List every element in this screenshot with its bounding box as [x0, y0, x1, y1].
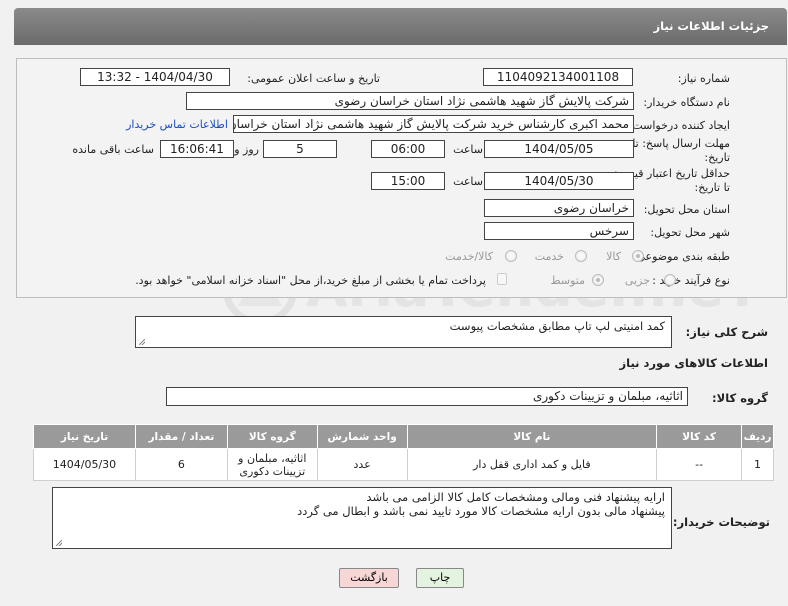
goods-group-label: گروه کالا:	[712, 391, 768, 405]
remaining-days: 5	[263, 140, 337, 158]
need-number-label: شماره نیاز:	[677, 72, 730, 85]
cell-row: 1	[741, 448, 774, 481]
col-header-unit: واحد شمارش	[316, 424, 408, 449]
category-option-service: خدمت	[534, 250, 564, 263]
announce-datetime-field: 1404/04/30 - 13:32	[80, 68, 230, 86]
cell-group-line1: اثاثیه، مبلمان و	[238, 451, 307, 465]
purchase-type-radio-medium[interactable]	[592, 274, 604, 286]
days-label: روز و	[234, 143, 259, 156]
category-radio-service[interactable]	[575, 250, 587, 262]
col-header-code: کد کالا	[656, 424, 743, 449]
price-validity-time: 15:00	[371, 172, 445, 190]
description-textarea[interactable]: کمد امنیتی لپ تاپ مطابق مشخصات پیوست	[135, 316, 672, 348]
page-header: جزئیات اطلاعات نیاز	[14, 8, 787, 45]
purchase-type-option-medium: متوسط	[550, 274, 585, 287]
col-header-qty: تعداد / مقدار	[134, 424, 228, 449]
cell-group-line2: تزیینات دکوری	[239, 464, 306, 478]
category-radio-goods-service[interactable]	[505, 250, 517, 262]
price-validity-time-label: ساعت	[453, 175, 483, 188]
delivery-province-field: خراسان رضوی	[484, 199, 634, 217]
items-table-header: ردیف کد کالا نام کالا واحد شمارش گروه کا…	[33, 424, 774, 449]
buyer-notes-label: توضیحات خریدار:	[672, 515, 770, 529]
delivery-city-label: شهر محل تحویل:	[650, 226, 730, 239]
col-header-row: ردیف	[741, 424, 774, 449]
goods-group-field: اثاثیه، مبلمان و تزیینات دکوری	[166, 387, 688, 406]
price-validity-date: 1404/05/30	[484, 172, 634, 190]
delivery-province-label: استان محل تحویل:	[643, 203, 730, 216]
resize-grip-icon[interactable]	[139, 339, 145, 345]
price-validity-label-line2: تا تاریخ:	[694, 181, 730, 194]
items-table: ردیف کد کالا نام کالا واحد شمارش گروه کا…	[33, 424, 774, 481]
announce-datetime-label: تاریخ و ساعت اعلان عمومی:	[247, 72, 380, 85]
print-button[interactable]: چاپ	[416, 568, 464, 588]
buyer-notes-line1: ارایه پیشنهاد فنی ومالی ومشخصات کامل کال…	[366, 490, 665, 504]
cell-qty: 6	[134, 448, 228, 481]
category-option-goods: کالا	[606, 250, 621, 263]
reply-deadline-time: 06:00	[371, 140, 445, 158]
purchase-type-radio-minor[interactable]	[664, 274, 676, 286]
cell-unit: عدد	[316, 448, 408, 481]
buyer-notes-line2: پیشنهاد مالی بدون ارایه مشخصات کالا مورد…	[297, 504, 665, 518]
purchase-type-option-minor: جزیی	[624, 274, 650, 287]
need-number-field: 1104092134001108	[483, 68, 633, 86]
remaining-time-label: ساعت باقی مانده	[72, 143, 154, 156]
delivery-city-field: سرخس	[484, 222, 634, 240]
buyer-notes-textarea[interactable]: ارایه پیشنهاد فنی ومالی ومشخصات کامل کال…	[52, 487, 672, 549]
treasury-payment-checkbox[interactable]	[497, 273, 507, 285]
remaining-time: 16:06:41	[160, 140, 234, 158]
buyer-org-label: نام دستگاه خریدار:	[643, 96, 730, 109]
col-header-date: تاریخ نیاز	[33, 424, 136, 449]
cell-code: --	[656, 448, 743, 481]
resize-grip-icon[interactable]	[56, 540, 62, 546]
category-radio-goods[interactable]	[632, 250, 644, 262]
cell-name: فایل و کمد اداری قفل دار	[406, 448, 658, 481]
treasury-payment-note: پرداخت تمام یا بخشی از مبلغ خرید،از محل …	[135, 274, 486, 287]
description-text: کمد امنیتی لپ تاپ مطابق مشخصات پیوست	[449, 319, 665, 333]
buyer-org-field: شرکت پالایش گاز شهید هاشمی نژاد استان خر…	[186, 92, 634, 110]
buyer-contact-link[interactable]: اطلاعات تماس خریدار	[126, 118, 228, 131]
cell-group: اثاثیه، مبلمان و تزیینات دکوری	[226, 448, 318, 481]
reply-deadline-label-line2: تاریخ:	[704, 151, 730, 164]
description-label: شرح کلی نیاز:	[685, 325, 768, 339]
reply-deadline-label: مهلت ارسال پاسخ: تا تاریخ:	[632, 137, 730, 165]
requester-field: محمد اکبری کارشناس خرید شرکت پالایش گاز …	[233, 115, 634, 133]
requester-label: ایجاد کننده درخواست:	[628, 119, 730, 132]
col-header-name: نام کالا	[406, 424, 658, 449]
reply-deadline-time-label: ساعت	[453, 143, 483, 156]
goods-info-title: اطلاعات کالاهای مورد نیاز	[619, 356, 768, 370]
back-button[interactable]: بازگشت	[339, 568, 399, 588]
table-row: 1 -- فایل و کمد اداری قفل دار عدد اثاثیه…	[33, 448, 774, 481]
cell-date: 1404/05/30	[33, 448, 136, 481]
category-label: طبقه بندی موضوعی:	[632, 250, 730, 263]
reply-deadline-label-line1: مهلت ارسال پاسخ: تا	[632, 137, 730, 150]
category-option-goods-service: کالا/خدمت	[445, 250, 493, 263]
col-header-group: گروه کالا	[226, 424, 318, 449]
reply-deadline-date: 1404/05/05	[484, 140, 634, 158]
page-title: جزئیات اطلاعات نیاز	[653, 19, 769, 33]
